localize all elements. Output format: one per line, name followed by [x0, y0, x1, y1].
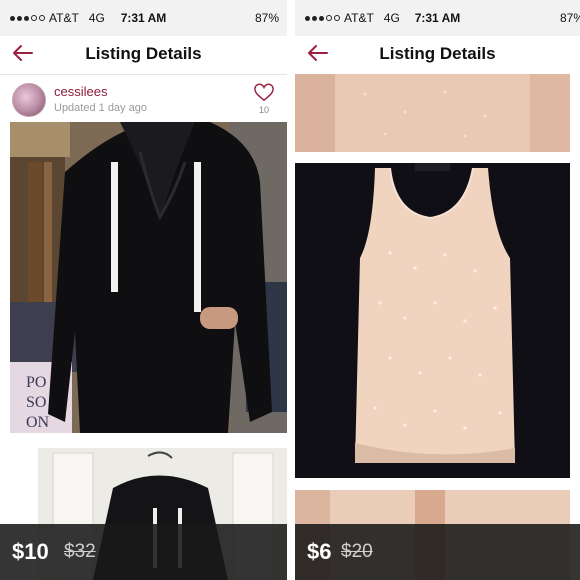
nav-bar: Listing Details [295, 36, 580, 74]
battery-level: 87% [254, 11, 279, 25]
status-time: 7:31 AM [414, 11, 461, 25]
svg-text:ON: ON [26, 414, 50, 431]
right-screenshot: AT&T 4G 7:31 AM 87% Listing Details [295, 0, 580, 580]
product-photo-crop-top[interactable] [295, 74, 570, 152]
black-hoodie-photo: PO SO ON [10, 122, 287, 433]
page-title: Listing Details [85, 44, 202, 63]
svg-text:PO: PO [26, 374, 46, 391]
status-bar: AT&T 4G 7:31 AM 87% [0, 0, 287, 36]
battery-level: 87% [559, 11, 580, 25]
current-price: $6 [307, 539, 332, 564]
avatar[interactable] [12, 83, 46, 117]
status-time: 7:31 AM [120, 11, 167, 25]
sheer-tank-photo [295, 163, 570, 478]
price-bar: $6 $20 [295, 524, 580, 580]
divider [287, 0, 295, 580]
product-photo-main[interactable]: PO SO ON [10, 122, 287, 433]
updated-timestamp: Updated 1 day ago [54, 102, 147, 114]
page-title: Listing Details [379, 44, 496, 63]
nav-bar: Listing Details [0, 36, 287, 75]
like-count: 10 [258, 105, 269, 115]
current-price: $10 [12, 539, 49, 564]
original-price: $20 [341, 541, 373, 562]
status-bar: AT&T 4G 7:31 AM 87% [295, 0, 580, 36]
seller-row[interactable]: cessilees Updated 1 day ago 10 [0, 75, 287, 122]
original-price: $32 [64, 541, 96, 562]
peach-fabric-photo [295, 74, 570, 152]
svg-text:SO: SO [26, 394, 46, 411]
seller-username[interactable]: cessilees [54, 84, 107, 99]
product-photo-main[interactable] [295, 163, 570, 478]
price-bar: $10 $32 [0, 524, 287, 580]
left-screenshot: AT&T 4G 7:31 AM 87% Listing Details cess… [0, 0, 287, 580]
heart-outline-icon[interactable] [253, 82, 275, 102]
